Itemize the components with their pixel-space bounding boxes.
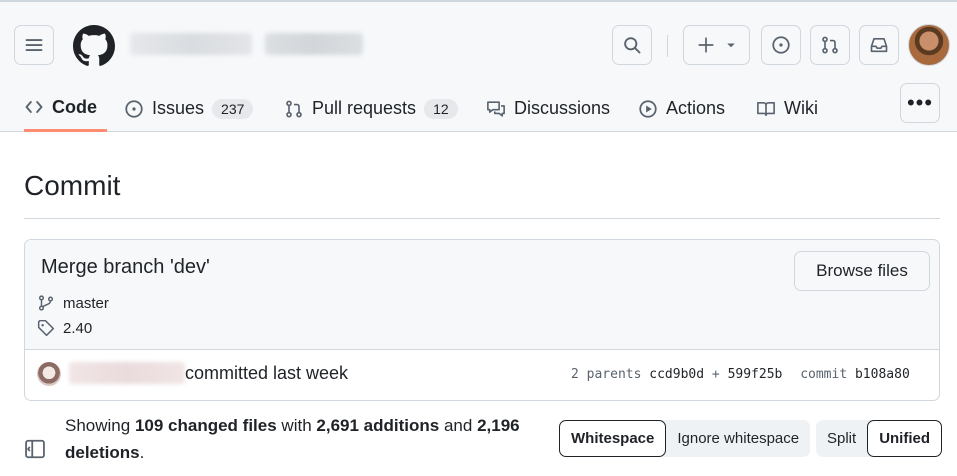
whitespace-option[interactable]: Whitespace [559,420,667,457]
tab-wiki[interactable]: Wiki [756,85,818,132]
inbox-button[interactable] [859,25,899,65]
parent-sha-link[interactable]: ccd9b0d [649,367,704,382]
title-divider [24,218,940,219]
parents-label: 2 parents [571,367,642,382]
header-divider [667,35,668,57]
additions-count: 2,691 additions [316,416,440,435]
tab-label: Issues [152,98,205,118]
plus-icon [697,37,714,53]
summary-text: with [281,416,312,435]
tag-ref[interactable]: 2.40 [37,319,92,337]
repo-nav: Code Issues 237 Pull requests 12 Discuss… [0,85,957,132]
pull-requests-count: 12 [424,98,458,119]
play-icon [639,99,657,118]
tab-label: Code [52,96,97,117]
menu-button[interactable] [14,25,54,65]
file-tree-toggle-icon[interactable] [24,438,46,460]
user-avatar[interactable] [908,24,950,66]
search-button[interactable] [612,25,652,65]
split-view-option[interactable]: Split [816,420,867,457]
committed-time: committed last week [185,363,349,383]
commit-header: Merge branch 'dev' Browse files master 2… [25,240,939,350]
tab-code[interactable]: Code [24,85,107,132]
tag-icon [37,319,55,337]
comment-discussion-icon [487,100,505,117]
commit-meta: committed last week 2 parents ccd9b0d + … [25,350,939,400]
page-title: Commit [24,170,121,201]
parents-plus: + [711,367,720,382]
branch-ref[interactable]: master [37,294,109,312]
diff-summary: Showing 109 changed files with 2,691 add… [65,412,535,466]
issues-count: 237 [212,98,254,119]
commit-parents: 2 parents ccd9b0d + 599f25b commit b108a… [571,367,910,382]
unified-view-option[interactable]: Unified [867,420,943,457]
branch-name: master [63,294,109,312]
code-icon [25,101,43,113]
issue-opened-icon [125,99,143,118]
git-branch-icon [38,295,54,311]
browse-files-button[interactable]: Browse files [794,251,930,291]
files-changed: 109 changed files [134,416,277,435]
tab-label: Wiki [784,98,818,118]
git-pull-request-icon [286,100,302,117]
book-icon [757,101,775,116]
whitespace-toggle: Whitespace Ignore whitespace [559,420,811,457]
github-mark-icon[interactable] [73,25,115,67]
git-pull-request-icon [822,36,838,54]
committer-name-redacted[interactable] [69,362,185,384]
tab-label: Pull requests [312,98,417,118]
commit-box: Merge branch 'dev' Browse files master 2… [24,239,940,401]
ignore-whitespace-option[interactable]: Ignore whitespace [666,420,810,457]
more-options-button[interactable]: ••• [900,83,940,123]
issue-opened-icon [772,36,790,54]
caret-down-icon [726,43,735,48]
tab-label: Discussions [514,98,611,118]
summary-period: . [139,443,145,462]
create-new-button[interactable] [683,25,750,65]
tag-name: 2.40 [63,319,93,337]
tab-pull-requests[interactable]: Pull requests 12 [284,85,458,132]
repo-name-redacted[interactable] [265,33,363,55]
commit-message: Merge branch 'dev' [41,256,210,278]
owner-name-redacted[interactable] [130,33,252,55]
summary-text: Showing [65,416,131,435]
tab-issues[interactable]: Issues 237 [124,85,254,132]
diff-view-toggle: Split Unified [816,420,943,457]
committer-avatar[interactable] [37,362,61,386]
pull-requests-button[interactable] [810,25,850,65]
commit-sha: b108a80 [854,367,910,382]
inbox-icon [870,37,888,53]
hamburger-icon [25,39,43,51]
issues-button[interactable] [761,25,801,65]
tab-actions[interactable]: Actions [638,85,725,132]
parent-sha-link[interactable]: 599f25b [728,367,783,382]
summary-text: and [443,416,473,435]
tab-label: Actions [666,98,726,118]
tab-discussions[interactable]: Discussions [486,85,610,132]
commit-label: commit [800,367,848,382]
search-icon [624,37,641,54]
